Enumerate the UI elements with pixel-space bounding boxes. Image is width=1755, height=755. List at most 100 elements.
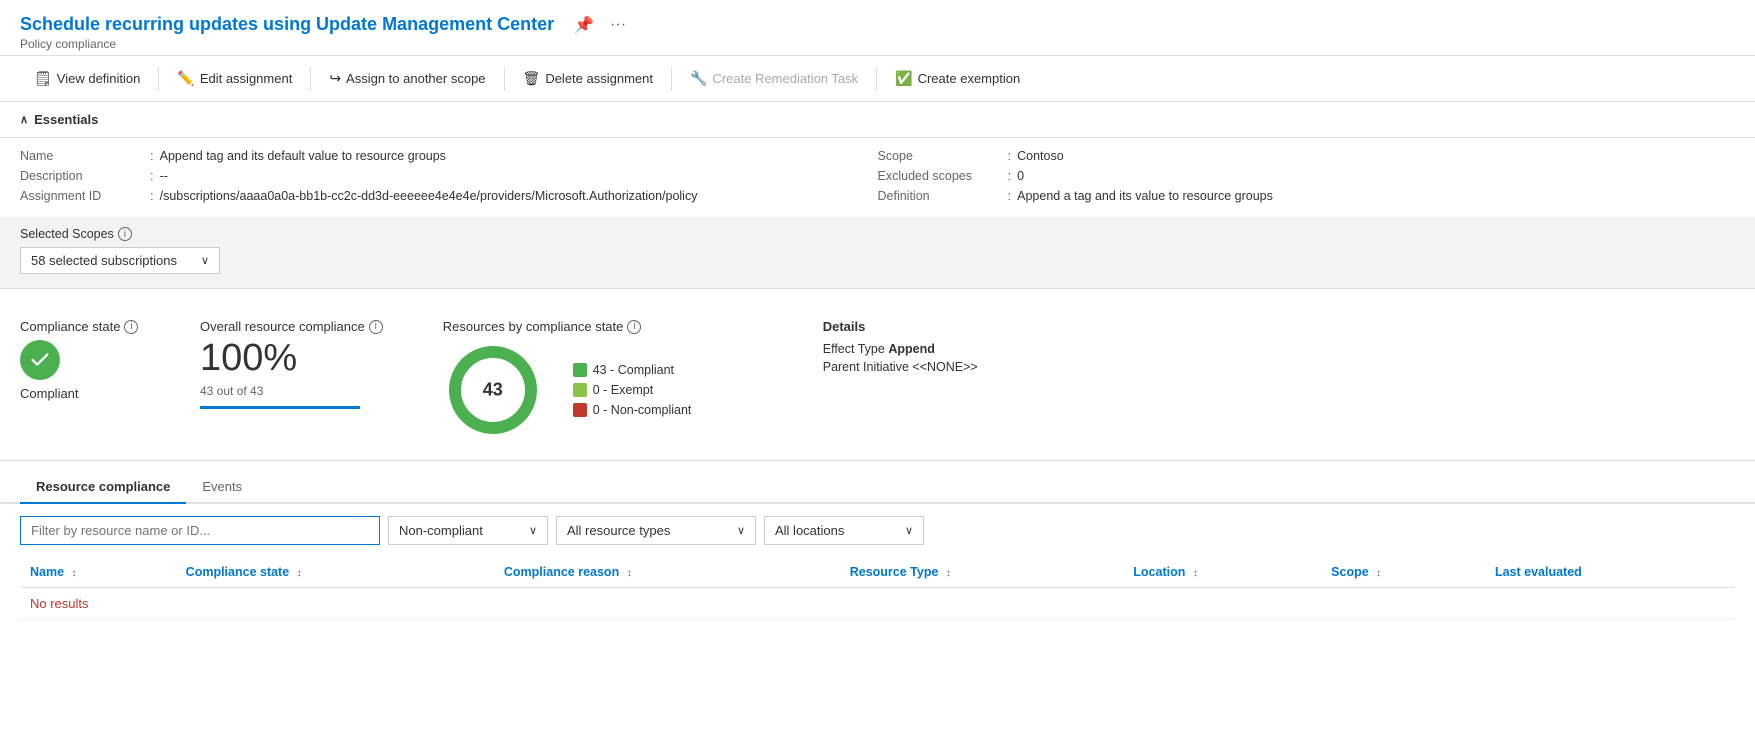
col-compliance-reason[interactable]: Compliance reason ↕: [494, 557, 840, 588]
essentials-assignment-id-label: Assignment ID: [20, 189, 150, 203]
essentials-description-row: Description : --: [20, 168, 878, 183]
essentials-name-label: Name: [20, 149, 150, 163]
resource-type-filter-chevron-icon: ∨: [737, 524, 745, 537]
col-compliance-reason-sort-icon: ↕: [627, 568, 632, 579]
essentials-left-col: Name : Append tag and its default value …: [20, 148, 878, 203]
compliance-state-block: Compliance state i Compliant: [20, 319, 140, 401]
table-header: Name ↕ Compliance state ↕ Compliance rea…: [20, 557, 1735, 588]
overall-compliance-fraction: 43 out of 43: [200, 384, 383, 398]
table-body: No results: [20, 588, 1735, 620]
compliance-section: Compliance state i Compliant Overall res…: [0, 289, 1755, 461]
compliant-checkmark-icon: [20, 340, 60, 380]
location-filter-chevron-icon: ∨: [905, 524, 913, 537]
view-definition-icon: 🗒: [34, 70, 52, 87]
essentials-label: Essentials: [34, 112, 98, 127]
essentials-header[interactable]: ∧ Essentials: [0, 102, 1755, 138]
no-results-text: No results: [20, 588, 1735, 620]
page-container: Schedule recurring updates using Update …: [0, 0, 1755, 755]
donut-chart: 43: [443, 340, 543, 440]
assign-to-scope-button[interactable]: ↪ Assign to another scope: [315, 64, 499, 93]
legend-noncompliant: 0 - Non-compliant: [573, 403, 692, 417]
scope-dropdown-chevron-icon: ∨: [201, 254, 209, 267]
col-location[interactable]: Location ↕: [1123, 557, 1321, 588]
essentials-excluded-scopes-row: Excluded scopes : 0: [878, 168, 1736, 183]
pin-icon[interactable]: 📌: [574, 15, 594, 35]
compliance-filter-value: Non-compliant: [399, 523, 483, 538]
essentials-definition-value: Append a tag and its value to resource g…: [1017, 189, 1273, 203]
essentials-right-col: Scope : Contoso Excluded scopes : 0 Defi…: [878, 148, 1736, 203]
resource-type-filter-value: All resource types: [567, 523, 670, 538]
toolbar-divider-4: [671, 67, 672, 91]
essentials-description-label: Description: [20, 169, 150, 183]
page-title: Schedule recurring updates using Update …: [20, 14, 554, 35]
details-block: Details Effect Type Append Parent Initia…: [823, 319, 978, 374]
legend-exempt-dot: [573, 383, 587, 397]
col-resource-type[interactable]: Resource Type ↕: [840, 557, 1124, 588]
toolbar-divider-2: [310, 67, 311, 91]
remediation-icon: 🔧: [690, 70, 707, 87]
selected-scopes-info-icon[interactable]: i: [118, 227, 132, 241]
assign-scope-icon: ↪: [329, 70, 341, 87]
overall-compliance-info-icon[interactable]: i: [369, 320, 383, 334]
overall-compliance-block: Overall resource compliance i 100% 43 ou…: [200, 319, 383, 409]
legend-noncompliant-label: 0 - Non-compliant: [593, 403, 692, 417]
scope-dropdown[interactable]: 58 selected subscriptions ∨: [20, 247, 220, 274]
delete-icon: 🗑: [523, 70, 541, 87]
essentials-description-value: --: [160, 169, 168, 183]
col-compliance-state[interactable]: Compliance state ↕: [176, 557, 494, 588]
col-resource-type-sort-icon: ↕: [946, 568, 951, 579]
compliance-state-info-icon[interactable]: i: [124, 320, 138, 334]
col-compliance-state-sort-icon: ↕: [297, 568, 302, 579]
col-name[interactable]: Name ↕: [20, 557, 176, 588]
edit-assignment-icon: ✏️: [177, 70, 194, 87]
selected-scopes-bar: Selected Scopes i 58 selected subscripti…: [0, 217, 1755, 289]
resources-info-icon[interactable]: i: [627, 320, 641, 334]
essentials-name-row: Name : Append tag and its default value …: [20, 148, 878, 163]
page-subtitle: Policy compliance: [20, 37, 1735, 51]
create-remediation-button[interactable]: 🔧 Create Remediation Task: [676, 64, 872, 93]
selected-scopes-label: Selected Scopes i: [20, 227, 1735, 241]
filters-row: Non-compliant ∨ All resource types ∨ All…: [0, 504, 1755, 557]
col-name-sort-icon: ↕: [72, 568, 77, 579]
essentials-definition-label: Definition: [878, 189, 1008, 203]
details-parent-initiative-row: Parent Initiative <<NONE>>: [823, 360, 978, 374]
delete-assignment-button[interactable]: 🗑 Delete assignment: [509, 64, 667, 93]
overall-compliance-bar-fill: [200, 406, 360, 409]
toolbar-divider-5: [876, 67, 877, 91]
location-filter-value: All locations: [775, 523, 844, 538]
essentials-name-value: Append tag and its default value to reso…: [160, 149, 446, 163]
compliant-text: Compliant: [20, 386, 79, 401]
essentials-chevron-icon: ∧: [20, 113, 28, 126]
tab-resource-compliance[interactable]: Resource compliance: [20, 471, 186, 504]
essentials-assignment-id-row: Assignment ID : /subscriptions/aaaa0a0a-…: [20, 188, 878, 203]
view-definition-button[interactable]: 🗒 View definition: [20, 64, 154, 93]
tabs-bar: Resource compliance Events: [0, 471, 1755, 504]
edit-assignment-button[interactable]: ✏️ Edit assignment: [163, 64, 306, 93]
table-header-row: Name ↕ Compliance state ↕ Compliance rea…: [20, 557, 1735, 588]
col-last-evaluated[interactable]: Last evaluated: [1485, 557, 1735, 588]
toolbar-divider-3: [504, 67, 505, 91]
essentials-excluded-scopes-label: Excluded scopes: [878, 169, 1008, 183]
details-effect-row: Effect Type Append: [823, 342, 978, 356]
col-scope[interactable]: Scope ↕: [1321, 557, 1485, 588]
compliance-filter-dropdown[interactable]: Non-compliant ∨: [388, 516, 548, 545]
essentials-scope-value: Contoso: [1017, 149, 1064, 163]
col-scope-sort-icon: ↕: [1376, 568, 1381, 579]
essentials-scope-label: Scope: [878, 149, 1008, 163]
scope-dropdown-value: 58 selected subscriptions: [31, 253, 177, 268]
tab-events[interactable]: Events: [186, 471, 258, 504]
resource-type-filter-dropdown[interactable]: All resource types ∨: [556, 516, 756, 545]
legend-exempt-label: 0 - Exempt: [593, 383, 653, 397]
resource-filter-input[interactable]: [20, 516, 380, 545]
legend-exempt: 0 - Exempt: [573, 383, 692, 397]
more-icon[interactable]: ···: [610, 16, 626, 34]
compliance-state-header: Compliance state i: [20, 319, 138, 334]
essentials-assignment-id-value: /subscriptions/aaaa0a0a-bb1b-cc2c-dd3d-e…: [160, 189, 698, 203]
legend-compliant-label: 43 - Compliant: [593, 363, 674, 377]
create-exemption-button[interactable]: ✅ Create exemption: [881, 64, 1034, 93]
toolbar: 🗒 View definition ✏️ Edit assignment ↪ A…: [0, 55, 1755, 102]
essentials-grid: Name : Append tag and its default value …: [0, 138, 1755, 217]
location-filter-dropdown[interactable]: All locations ∨: [764, 516, 924, 545]
legend: 43 - Compliant 0 - Exempt 0 - Non-compli…: [573, 363, 692, 417]
donut-center-value: 43: [483, 380, 503, 401]
